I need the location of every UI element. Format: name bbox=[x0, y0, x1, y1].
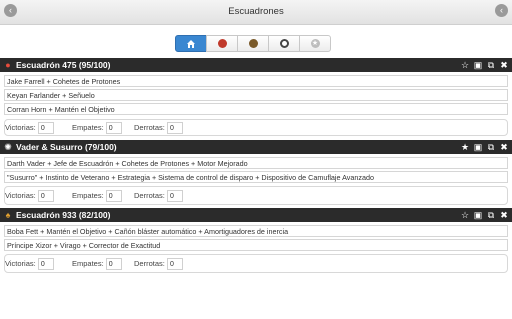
filter-home-button[interactable] bbox=[175, 35, 207, 52]
copy-icon[interactable]: ⧉ bbox=[486, 142, 496, 152]
pilot-row[interactable]: Boba Fett + Mantén el Objetivo + Cañón b… bbox=[4, 225, 508, 237]
losses-input[interactable]: 0 bbox=[166, 122, 183, 134]
squad-title: Escuadrón 475 (95/100) bbox=[16, 60, 111, 70]
copy-icon[interactable]: ⧉ bbox=[486, 60, 496, 70]
page-title: Escuadrones bbox=[228, 6, 284, 17]
losses-label: Derrotas: bbox=[134, 122, 165, 132]
empire-icon: ✺ bbox=[4, 142, 12, 152]
faction-filter-bar: ★ bbox=[175, 35, 331, 52]
home-icon bbox=[187, 39, 195, 48]
squad-title: Escuadrón 933 (82/100) bbox=[16, 210, 111, 220]
victories-input[interactable]: 0 bbox=[37, 122, 54, 134]
empire-icon bbox=[279, 39, 289, 48]
filter-rebel-button[interactable] bbox=[206, 35, 238, 52]
favorite-star-icon[interactable]: ☆ bbox=[460, 60, 470, 70]
losses-label: Derrotas: bbox=[134, 190, 165, 200]
pilot-row[interactable]: Darth Vader + Jefe de Escuadrón + Cohete… bbox=[4, 157, 508, 169]
filter-scum-button[interactable] bbox=[237, 35, 269, 52]
favorite-star-icon[interactable]: ★ bbox=[460, 142, 470, 152]
favorite-star-icon[interactable]: ☆ bbox=[460, 210, 470, 220]
pilot-row[interactable]: Corran Horn + Mantén el Objetivo bbox=[4, 103, 508, 115]
image-icon[interactable]: ▣ bbox=[473, 210, 483, 220]
squad-title: Vader & Susurro (79/100) bbox=[16, 142, 117, 152]
pilot-row[interactable]: Jake Farrell + Cohetes de Protones bbox=[4, 75, 508, 87]
rebel-icon bbox=[217, 39, 227, 48]
losses-input[interactable]: 0 bbox=[166, 190, 183, 202]
pilot-row[interactable]: Keyan Farlander + Señuelo bbox=[4, 89, 508, 101]
squad-header[interactable]: ♠ Escuadrón 933 (82/100) ☆ ▣ ⧉ ✖ bbox=[0, 208, 512, 222]
close-icon[interactable]: ✖ bbox=[499, 142, 509, 152]
filter-empire-button[interactable] bbox=[268, 35, 300, 52]
scum-icon bbox=[248, 39, 258, 48]
pilot-row[interactable]: Príncipe Xizor + Virago + Corrector de E… bbox=[4, 239, 508, 251]
image-icon[interactable]: ▣ bbox=[473, 142, 483, 152]
victories-label: Victorias: bbox=[5, 190, 36, 200]
top-bar: ‹ Escuadrones ‹ bbox=[0, 0, 512, 25]
draws-label: Empates: bbox=[72, 190, 104, 200]
squad-header[interactable]: ● Escuadrón 475 (95/100) ☆ ▣ ⧉ ✖ bbox=[0, 58, 512, 72]
victories-input[interactable]: 0 bbox=[37, 190, 54, 202]
rebel-icon: ● bbox=[5, 60, 11, 70]
star-icon: ★ bbox=[310, 39, 320, 48]
victories-label: Victorias: bbox=[5, 258, 36, 268]
pilot-row[interactable]: "Susurro" + Instinto de Veterano + Estra… bbox=[4, 171, 508, 183]
victories-input[interactable]: 0 bbox=[37, 258, 54, 270]
draws-label: Empates: bbox=[72, 122, 104, 132]
victories-label: Victorias: bbox=[5, 122, 36, 132]
squad-header[interactable]: ✺ Vader & Susurro (79/100) ★ ▣ ⧉ ✖ bbox=[0, 140, 512, 154]
back-right-icon[interactable]: ‹ bbox=[495, 4, 508, 17]
draws-input[interactable]: 0 bbox=[105, 190, 122, 202]
filter-star-button[interactable]: ★ bbox=[299, 35, 331, 52]
image-icon[interactable]: ▣ bbox=[473, 60, 483, 70]
losses-label: Derrotas: bbox=[134, 258, 165, 268]
close-icon[interactable]: ✖ bbox=[499, 60, 509, 70]
scum-icon: ♠ bbox=[5, 210, 11, 220]
losses-input[interactable]: 0 bbox=[166, 258, 183, 270]
copy-icon[interactable]: ⧉ bbox=[486, 210, 496, 220]
draws-label: Empates: bbox=[72, 258, 104, 268]
draws-input[interactable]: 0 bbox=[105, 122, 122, 134]
close-icon[interactable]: ✖ bbox=[499, 210, 509, 220]
draws-input[interactable]: 0 bbox=[105, 258, 122, 270]
